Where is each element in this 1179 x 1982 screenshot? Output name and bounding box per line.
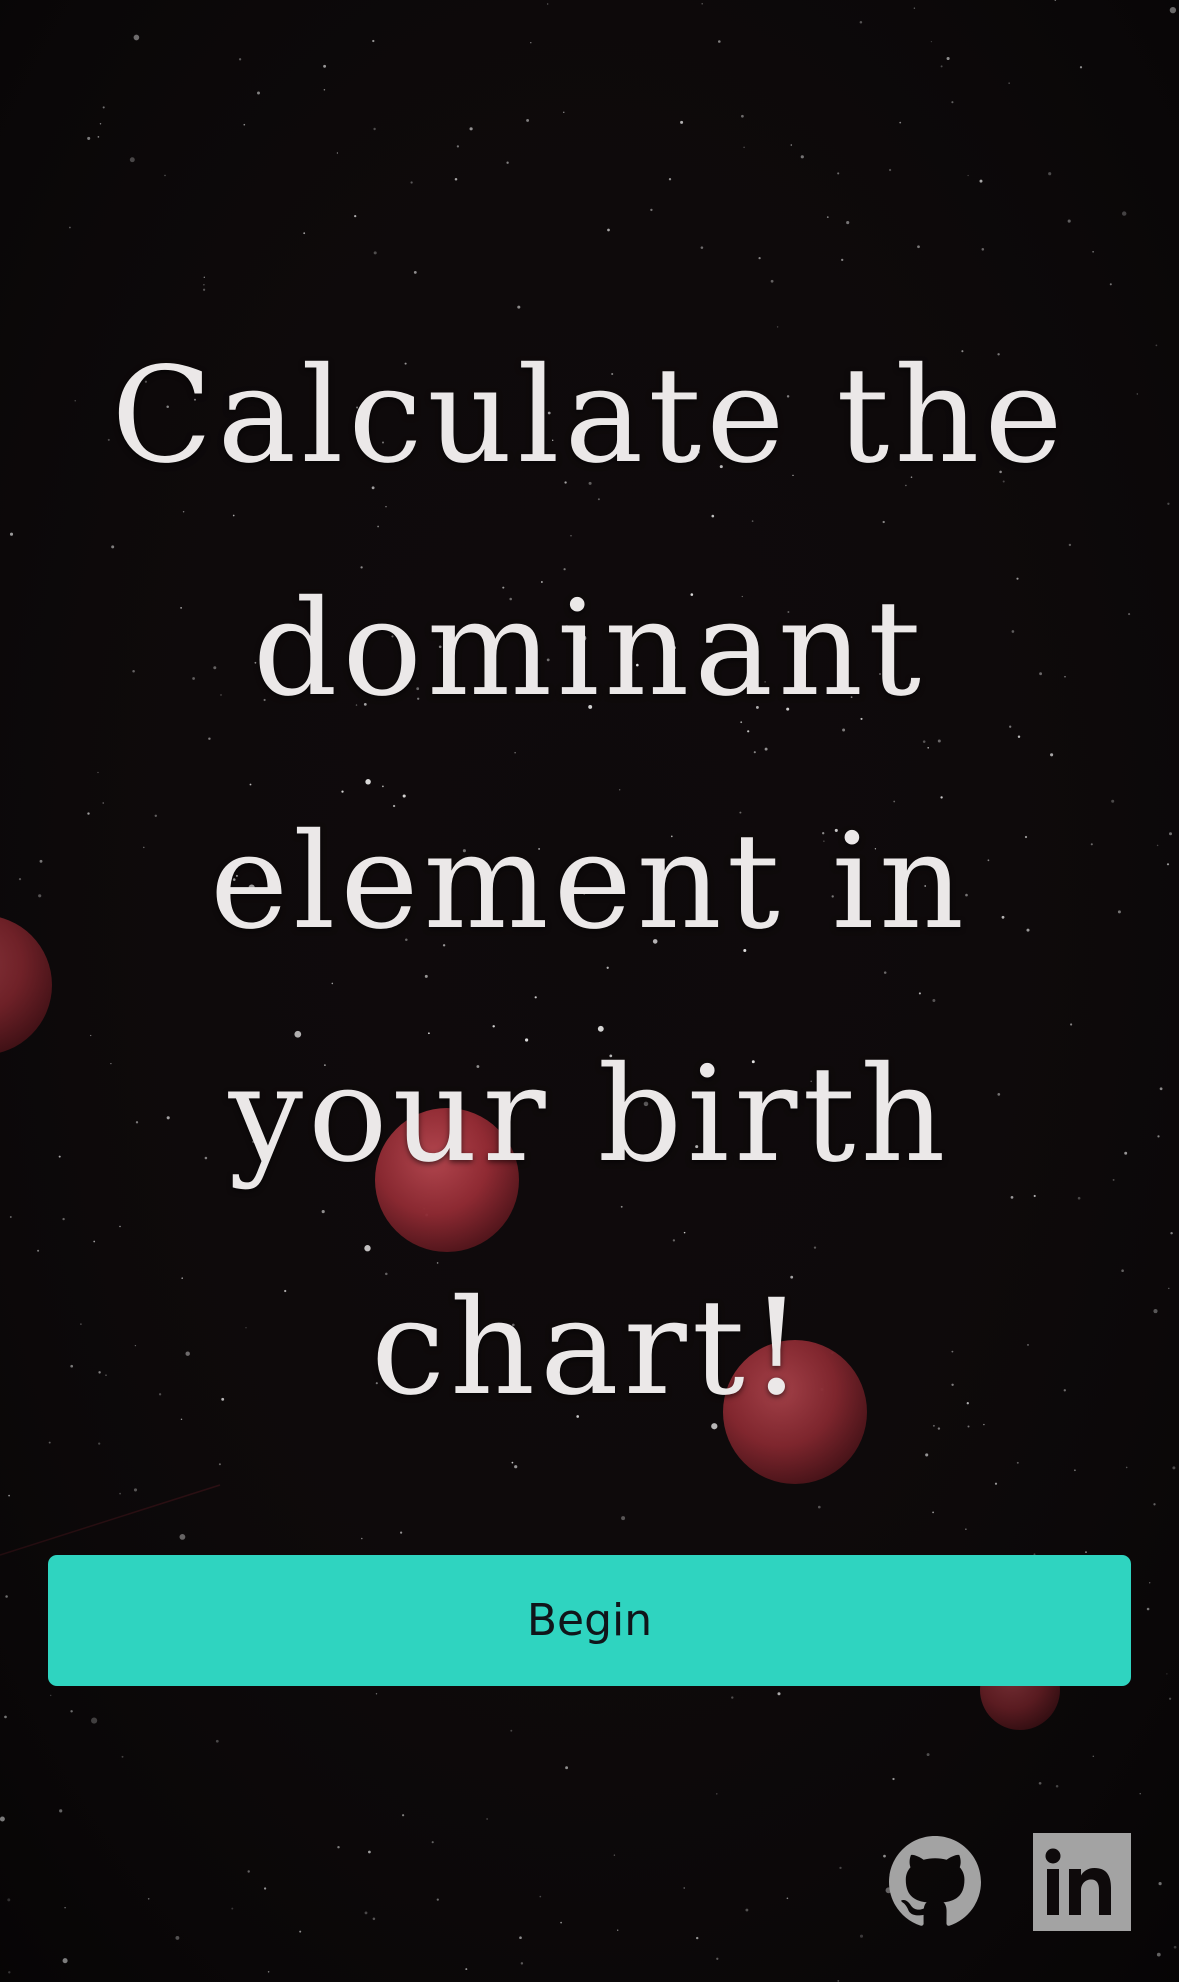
- headline-line: dominant: [252, 572, 927, 726]
- headline-line: element in: [210, 805, 969, 959]
- github-link[interactable]: [889, 1836, 981, 1928]
- linkedin-icon: [1033, 1833, 1131, 1931]
- social-links: [889, 1833, 1131, 1931]
- headline-line: chart!: [371, 1271, 808, 1425]
- hero: Calculate the dominant element in your b…: [60, 300, 1119, 1465]
- linkedin-link[interactable]: [1033, 1833, 1131, 1931]
- headline: Calculate the dominant element in your b…: [60, 300, 1119, 1465]
- begin-button[interactable]: Begin: [48, 1555, 1131, 1686]
- headline-line: your birth: [228, 1038, 951, 1192]
- headline-line: Calculate the: [111, 339, 1068, 493]
- github-icon: [889, 1836, 981, 1926]
